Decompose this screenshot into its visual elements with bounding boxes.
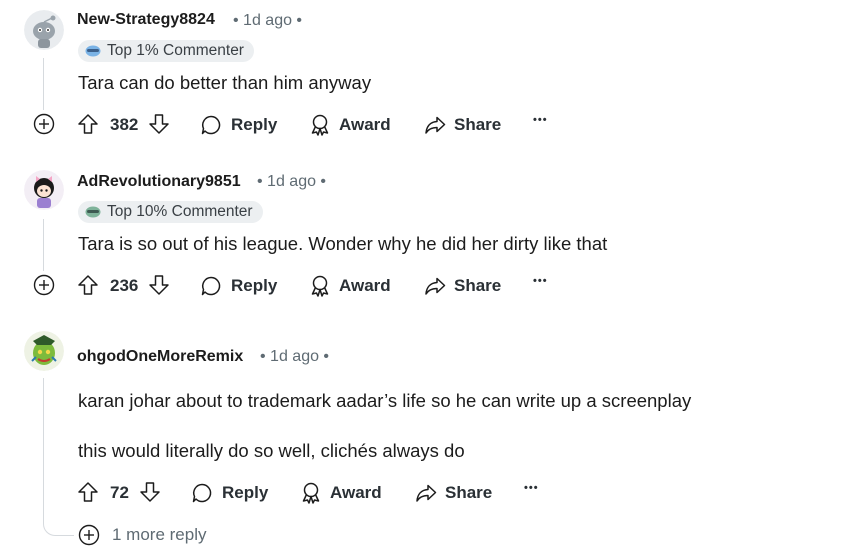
upvote-icon: [78, 114, 98, 134]
award-label: Award: [339, 115, 391, 134]
reply-label: Reply: [222, 483, 269, 502]
avatar[interactable]: [24, 331, 64, 371]
timestamp: • 1d ago •: [260, 348, 330, 365]
upvote-icon: [78, 482, 98, 502]
plus-circle-icon: [33, 113, 55, 135]
more-options-button[interactable]: •••: [533, 275, 548, 287]
vote-count: 382: [110, 115, 139, 134]
more-replies-button[interactable]: 1 more reply: [78, 524, 206, 546]
more-options-button[interactable]: •••: [533, 114, 548, 126]
commenter-badge: Top 10% Commenter: [78, 201, 263, 223]
share-arrow-icon: [425, 277, 446, 295]
reply-button[interactable]: Reply: [200, 114, 277, 136]
more-replies-label: 1 more reply: [112, 525, 207, 544]
comment-body: Tara can do better than him anyway: [78, 72, 372, 93]
username[interactable]: New-Strategy8824: [77, 11, 215, 29]
share-label: Share: [445, 483, 493, 502]
downvote-button[interactable]: [148, 113, 170, 140]
award-ribbon-icon: [311, 114, 329, 136]
share-arrow-icon: [425, 116, 446, 134]
upvote-button[interactable]: [77, 113, 99, 140]
snoo-avatar-icon: [24, 10, 64, 50]
upvote-icon: [78, 275, 98, 295]
award-button[interactable]: Award: [300, 482, 382, 504]
plus-circle-icon: [78, 524, 100, 546]
downvote-icon: [149, 114, 169, 134]
award-ribbon-icon: [302, 482, 320, 504]
downvote-icon: [149, 275, 169, 295]
avatar[interactable]: [24, 10, 64, 50]
username[interactable]: ohgodOneMoreRemix: [77, 348, 243, 366]
award-button[interactable]: Award: [309, 114, 391, 136]
share-button[interactable]: Share: [415, 482, 492, 504]
vote-count: 72: [110, 483, 129, 502]
award-button[interactable]: Award: [309, 275, 391, 297]
downvote-icon: [140, 482, 160, 502]
share-label: Share: [454, 276, 502, 295]
reply-label: Reply: [231, 115, 278, 134]
avatar[interactable]: [24, 170, 64, 210]
snoo-avatar-icon: [24, 331, 64, 371]
snoo-avatar-icon: [24, 170, 64, 210]
badge-icon: [85, 206, 101, 218]
expand-thread-button[interactable]: [33, 113, 55, 135]
award-label: Award: [330, 483, 382, 502]
plus-circle-icon: [33, 274, 55, 296]
badge-label: Top 10% Commenter: [107, 203, 253, 220]
thread-line[interactable]: [43, 219, 44, 271]
reply-button[interactable]: Reply: [191, 482, 268, 504]
expand-thread-button[interactable]: [33, 274, 55, 296]
share-arrow-icon: [416, 484, 437, 502]
share-button[interactable]: Share: [424, 275, 501, 297]
thread-line[interactable]: [43, 378, 44, 518]
share-button[interactable]: Share: [424, 114, 501, 136]
more-options-button[interactable]: •••: [524, 482, 539, 494]
vote-count: 236: [110, 276, 139, 295]
thread-line[interactable]: [43, 58, 44, 110]
thread-connector: [43, 505, 74, 536]
downvote-button[interactable]: [139, 481, 161, 508]
comment-bubble-icon: [192, 483, 212, 503]
timestamp: • 1d ago •: [233, 12, 303, 29]
timestamp: • 1d ago •: [257, 173, 327, 190]
comment-body: karan johar about to trademark aadar’s l…: [78, 390, 692, 411]
comment-bubble-icon: [201, 115, 221, 135]
comment-bubble-icon: [201, 276, 221, 296]
downvote-button[interactable]: [148, 274, 170, 301]
commenter-badge: Top 1% Commenter: [78, 40, 254, 62]
award-label: Award: [339, 276, 391, 295]
comment-body: this would literally do so well, clichés…: [78, 440, 465, 461]
share-label: Share: [454, 115, 502, 134]
award-ribbon-icon: [311, 275, 329, 297]
upvote-button[interactable]: [77, 481, 99, 508]
reply-label: Reply: [231, 276, 278, 295]
badge-icon: [85, 45, 101, 57]
upvote-button[interactable]: [77, 274, 99, 301]
badge-label: Top 1% Commenter: [107, 42, 244, 59]
comment-body: Tara is so out of his league. Wonder why…: [78, 233, 608, 254]
reply-button[interactable]: Reply: [200, 275, 277, 297]
username[interactable]: AdRevolutionary9851: [77, 173, 241, 191]
